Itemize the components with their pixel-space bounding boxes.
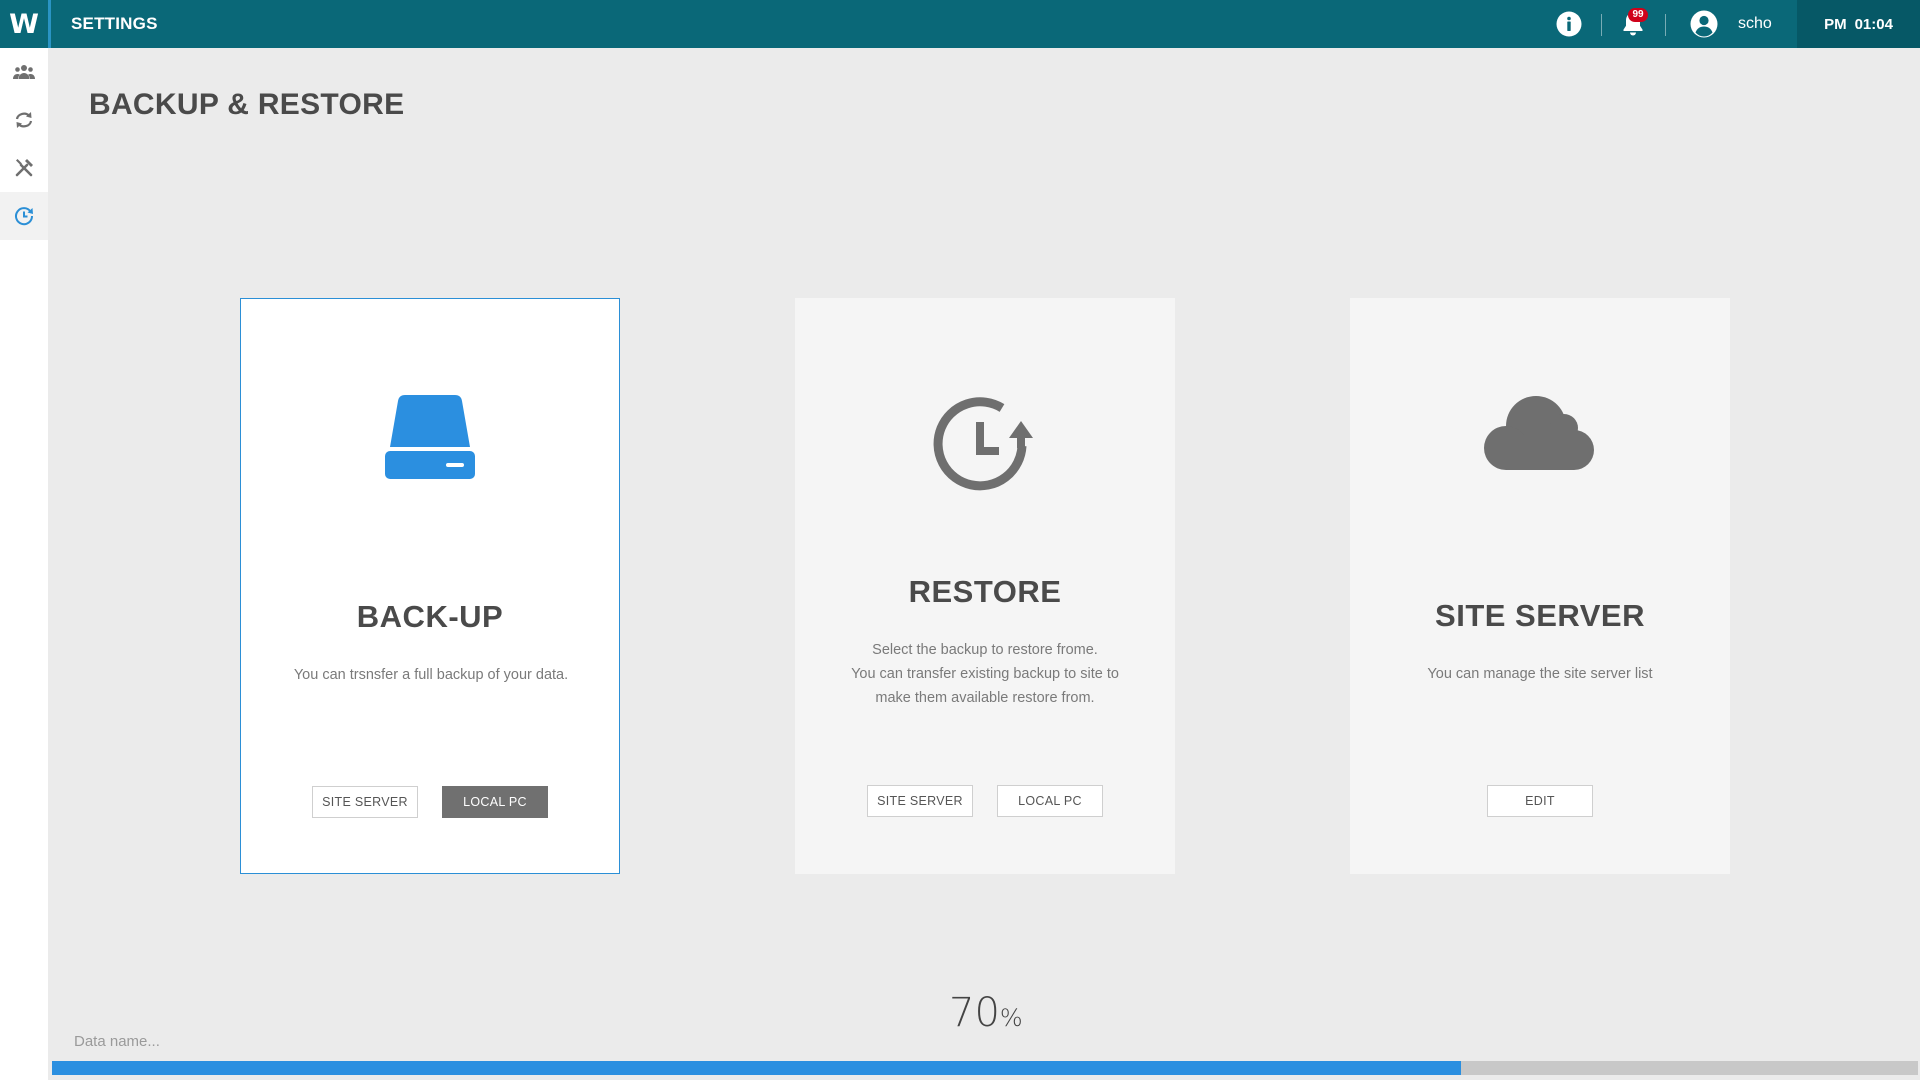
tools-icon — [15, 159, 33, 177]
top-bar: W SETTINGS 99 scho PM 01:04 — [0, 0, 1920, 48]
edit-button[interactable]: EDIT — [1487, 785, 1593, 817]
app-logo[interactable]: W — [0, 0, 48, 48]
sidebar-item-users[interactable] — [0, 48, 48, 96]
card-button-group: SITE SERVER LOCAL PC — [241, 786, 619, 818]
clock-ampm: PM — [1824, 15, 1847, 33]
notification-count-badge: 99 — [1628, 8, 1648, 22]
sync-icon — [15, 112, 33, 128]
clock: PM 01:04 — [1797, 0, 1920, 48]
toolbar-divider — [1665, 14, 1666, 36]
info-icon[interactable] — [1555, 10, 1583, 38]
backup-restore-icon — [15, 207, 34, 226]
card-title: RESTORE — [908, 574, 1062, 609]
card-title: BACK-UP — [356, 599, 504, 634]
username[interactable]: scho — [1738, 0, 1772, 48]
progress-unit: % — [999, 1004, 1023, 1032]
progress-value: 70 — [949, 990, 1000, 1036]
user-avatar-icon[interactable] — [1690, 10, 1718, 38]
sidebar-item-tools[interactable] — [0, 144, 48, 192]
restore-clock-icon — [795, 394, 1175, 492]
restore-site-server-button[interactable]: SITE SERVER — [867, 785, 973, 817]
card-title: SITE SERVER — [1435, 598, 1645, 633]
backup-card[interactable]: BACK-UP You can trsnsfer a full backup o… — [240, 298, 620, 874]
backup-site-server-button[interactable]: SITE SERVER — [312, 786, 418, 818]
card-description: You can manage the site server list — [1427, 666, 1653, 682]
cloud-icon — [1350, 388, 1730, 478]
card-button-group: EDIT — [1350, 785, 1730, 817]
data-name-label: Data name... — [74, 1033, 160, 1050]
restore-local-pc-button[interactable]: LOCAL PC — [997, 785, 1103, 817]
toolbar-divider — [1601, 14, 1602, 36]
hard-drive-icon — [241, 395, 619, 481]
description-line: Select the backup to restore frome. — [872, 642, 1098, 658]
card-description: Select the backup to restore frome. You … — [825, 638, 1145, 710]
sidebar-item-backup-restore[interactable] — [0, 192, 48, 240]
sidebar — [0, 48, 48, 1080]
page-title: BACKUP & RESTORE — [89, 88, 405, 121]
progress-percentage: 70% — [949, 990, 1023, 1036]
card-description: You can trsnsfer a full backup of your d… — [293, 667, 569, 683]
restore-card[interactable]: RESTORE Select the backup to restore fro… — [795, 298, 1175, 874]
site-server-card[interactable]: SITE SERVER You can manage the site serv… — [1350, 298, 1730, 874]
users-icon — [13, 65, 35, 79]
backup-local-pc-button[interactable]: LOCAL PC — [442, 786, 548, 818]
progress-bar — [52, 1061, 1918, 1075]
description-line: make them available restore from. — [875, 690, 1095, 706]
card-button-group: SITE SERVER LOCAL PC — [795, 785, 1175, 817]
description-line: You can transfer existing backup to site… — [851, 666, 1119, 682]
page-section-title: SETTINGS — [71, 14, 158, 33]
progress-bar-fill — [52, 1061, 1461, 1075]
sidebar-item-sync[interactable] — [0, 96, 48, 144]
logo-separator — [48, 0, 51, 48]
clock-time: 01:04 — [1854, 15, 1893, 33]
